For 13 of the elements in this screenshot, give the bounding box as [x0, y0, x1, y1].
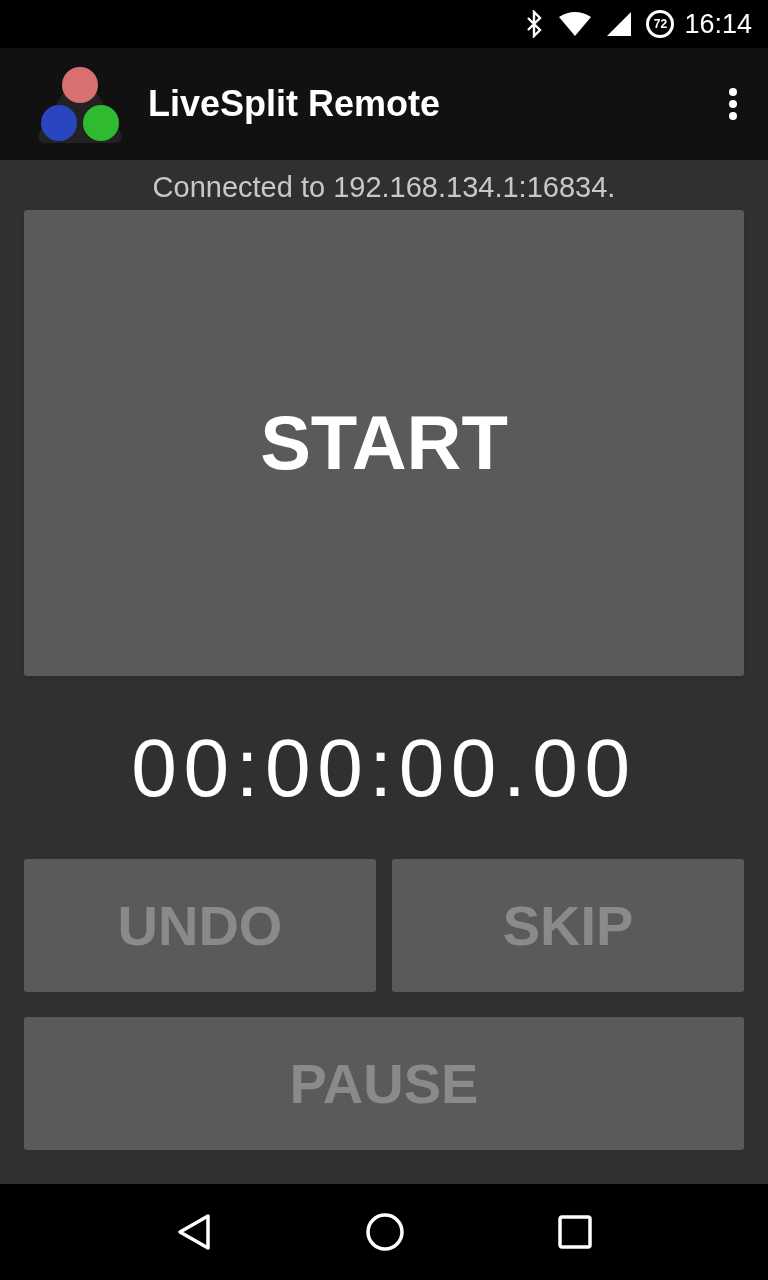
- app-logo-icon: [38, 65, 122, 143]
- back-icon[interactable]: [176, 1213, 213, 1251]
- clock-time: 16:14: [684, 7, 752, 41]
- start-button[interactable]: START: [24, 210, 744, 676]
- signal-icon: [606, 11, 633, 37]
- home-icon[interactable]: [365, 1212, 405, 1252]
- timer-display: 00:00:00.00: [131, 721, 637, 815]
- wifi-icon: [558, 11, 593, 37]
- overflow-menu-icon[interactable]: [728, 87, 738, 121]
- battery-icon: 72: [646, 10, 675, 38]
- connection-status: Connected to 192.168.134.1:16834.: [152, 171, 616, 203]
- recents-icon[interactable]: [557, 1215, 592, 1249]
- app-title: LiveSplit Remote: [148, 82, 442, 126]
